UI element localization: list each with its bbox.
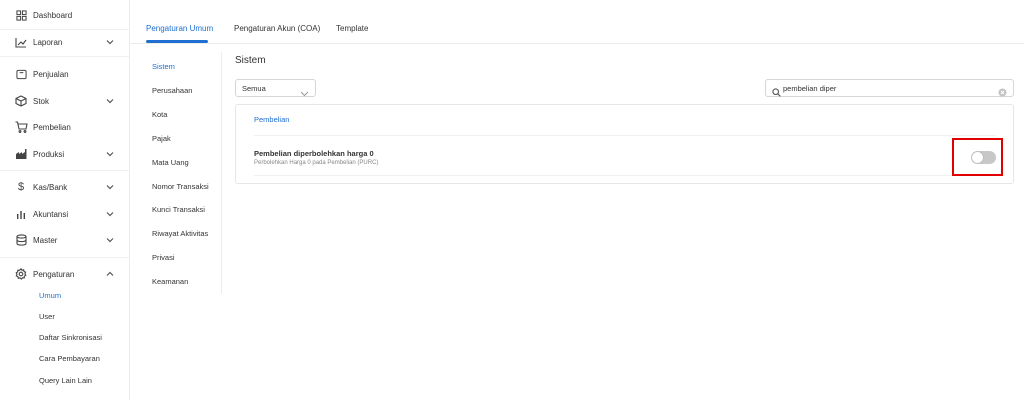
sidebar-divider <box>0 170 129 171</box>
sidebar-subitem-label: User <box>39 312 55 321</box>
submenu-item-nomor-transaksi[interactable]: Nomor Transaksi <box>152 182 209 191</box>
settings-tabs <box>130 0 1024 44</box>
clear-search-icon[interactable] <box>998 84 1007 97</box>
sidebar-divider <box>0 56 129 57</box>
sidebar-item-pengaturan[interactable]: Pengaturan <box>0 263 129 285</box>
setting-description: Perbolehkan Harga 0 pada Pembelian (PURC… <box>254 160 379 166</box>
setting-toggle-switch[interactable] <box>971 151 996 164</box>
toggle-knob <box>972 152 983 163</box>
sidebar-item-dashboard[interactable]: Dashboard <box>0 4 129 26</box>
sidebar-subitem-label: Cara Pembayaran <box>39 354 100 363</box>
sidebar-item-akuntansi[interactable]: Akuntansi <box>0 203 129 225</box>
sidebar-subitem-label: Daftar Sinkronisasi <box>39 333 102 342</box>
search-input[interactable] <box>783 82 983 95</box>
sidebar-item-label: Penjualan <box>33 69 69 79</box>
line-chart-icon <box>14 35 28 49</box>
sidebar-item-label: Kas/Bank <box>33 182 68 192</box>
chevron-down-icon <box>300 84 309 97</box>
sidebar-item-label: Laporan <box>33 37 63 47</box>
submenu-item-privasi[interactable]: Privasi <box>152 253 175 262</box>
submenu-item-perusahaan[interactable]: Perusahaan <box>152 86 192 95</box>
sidebar-item-label: Pembelian <box>33 122 71 132</box>
tab-pengaturan-akun-coa[interactable]: Pengaturan Akun (COA) <box>234 24 320 33</box>
search-box <box>765 79 1014 97</box>
setting-title: Pembelian diperbolehkan harga 0 <box>254 149 374 158</box>
sidebar: Dashboard Laporan Penjualan Stok Pembeli… <box>0 0 130 400</box>
sidebar-subitem-query-lain-lain[interactable]: Query Lain Lain <box>0 373 129 391</box>
sidebar-item-master[interactable]: Master <box>0 229 129 251</box>
dollar-icon: $ <box>17 181 25 193</box>
tab-template[interactable]: Template <box>336 24 368 33</box>
tag-icon <box>14 67 28 81</box>
gear-icon <box>14 267 28 281</box>
chevron-up-icon <box>105 269 115 279</box>
card-heading: Pembelian <box>254 115 290 124</box>
bar-chart-icon <box>14 207 28 221</box>
submenu-item-kunci-transaksi[interactable]: Kunci Transaksi <box>152 205 205 214</box>
chevron-down-icon <box>105 149 115 159</box>
chevron-down-icon <box>105 235 115 245</box>
sidebar-item-produksi[interactable]: Produksi <box>0 143 129 165</box>
tab-pengaturan-umum[interactable]: Pengaturan Umum <box>146 24 213 33</box>
submenu-item-mata-uang[interactable]: Mata Uang <box>152 158 189 167</box>
app: Dashboard Laporan Penjualan Stok Pembeli… <box>0 0 1024 400</box>
sidebar-subitem-user[interactable]: User <box>0 309 129 327</box>
grid-icon <box>14 8 28 22</box>
sidebar-item-label: Pengaturan <box>33 269 75 279</box>
sidebar-divider <box>0 29 129 30</box>
page-title: Sistem <box>235 55 266 66</box>
submenu-item-sistem[interactable]: Sistem <box>152 62 175 71</box>
box-icon <box>14 94 28 108</box>
sidebar-subitem-label: Query Lain Lain <box>39 376 92 385</box>
submenu-item-keamanan[interactable]: Keamanan <box>152 277 188 286</box>
sidebar-item-penjualan[interactable]: Penjualan <box>0 63 129 85</box>
sidebar-item-label: Stok <box>33 96 50 106</box>
submenu-item-pajak[interactable]: Pajak <box>152 134 171 143</box>
chevron-down-icon <box>105 182 115 192</box>
filter-select[interactable]: Semua <box>235 79 316 97</box>
settings-card: Pembelian Pembelian diperbolehkan harga … <box>235 104 1014 184</box>
sidebar-item-label: Master <box>33 235 58 245</box>
search-icon <box>772 84 781 97</box>
chevron-down-icon <box>105 96 115 106</box>
chevron-down-icon <box>105 209 115 219</box>
chevron-down-icon <box>105 37 115 47</box>
sidebar-item-stok[interactable]: Stok <box>0 90 129 112</box>
sidebar-item-kas-bank[interactable]: $ Kas/Bank <box>0 176 129 198</box>
sidebar-item-label: Dashboard <box>33 10 73 20</box>
sidebar-item-pembelian[interactable]: Pembelian <box>0 116 129 138</box>
sidebar-item-label: Akuntansi <box>33 209 69 219</box>
sidebar-subitem-daftar-sinkronisasi[interactable]: Daftar Sinkronisasi <box>0 330 129 348</box>
settings-submenu: Sistem Perusahaan Kota Pajak Mata Uang N… <box>130 52 222 294</box>
cart-icon <box>14 120 28 134</box>
submenu-item-kota[interactable]: Kota <box>152 110 167 119</box>
sidebar-item-label: Produksi <box>33 149 65 159</box>
database-icon <box>14 233 28 247</box>
factory-icon <box>14 147 28 161</box>
card-divider <box>254 175 996 176</box>
sidebar-subitem-umum[interactable]: Umum <box>0 288 129 306</box>
sidebar-subitem-cara-pembayaran[interactable]: Cara Pembayaran <box>0 351 129 369</box>
filter-select-value: Semua <box>242 84 266 93</box>
active-tab-indicator <box>146 40 208 43</box>
card-divider <box>254 135 996 136</box>
submenu-item-riwayat-aktivitas[interactable]: Riwayat Aktivitas <box>152 229 208 238</box>
sidebar-subitem-label: Umum <box>39 291 62 300</box>
sidebar-divider <box>0 257 129 258</box>
sidebar-item-laporan[interactable]: Laporan <box>0 31 129 53</box>
